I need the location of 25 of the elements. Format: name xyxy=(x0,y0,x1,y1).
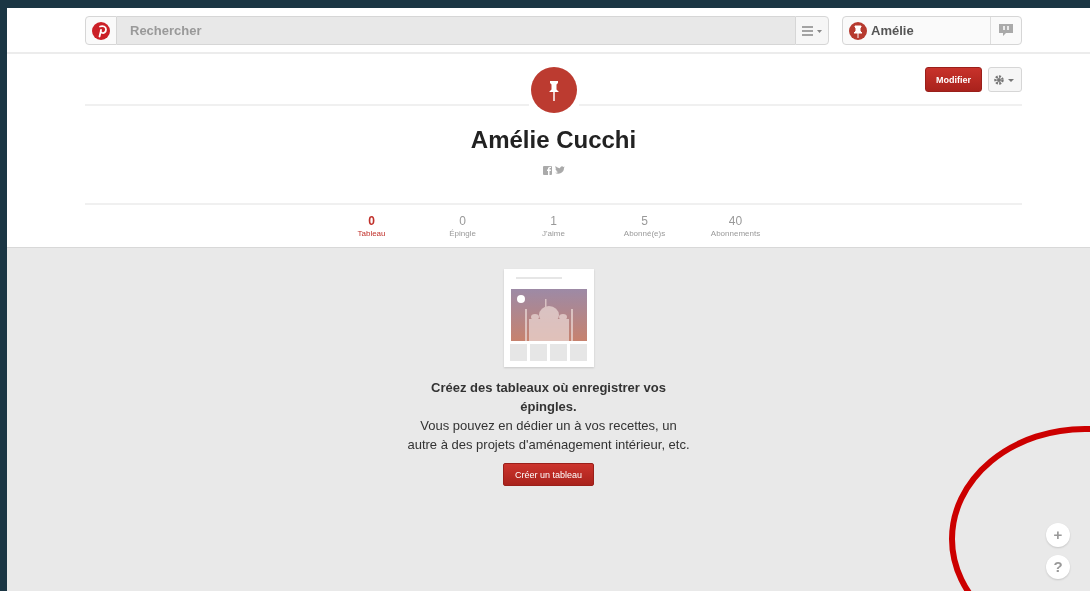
speech-bubble-icon xyxy=(999,24,1013,37)
create-board-button[interactable]: Créer un tableau xyxy=(502,463,594,486)
search-field[interactable]: Rechercher xyxy=(117,16,795,45)
edit-button[interactable]: Modifier xyxy=(925,67,982,92)
help-button[interactable]: ? xyxy=(1046,555,1070,579)
gear-icon xyxy=(993,73,1017,86)
stat-tab[interactable]: 0 Épingle xyxy=(417,214,508,239)
menu-icon xyxy=(801,24,823,37)
menu-button[interactable] xyxy=(795,16,829,45)
add-button[interactable]: + xyxy=(1046,523,1070,547)
stat-tab[interactable]: 0 Tableau xyxy=(326,214,417,239)
empty-state-text: Vous pouvez en dédier un à vos recettes, un autre à des projets d'aménagement intérieur, etc. xyxy=(406,417,691,454)
user-menu[interactable]: Amélie xyxy=(842,16,1022,45)
stat-tab[interactable]: 1 J'aime xyxy=(508,214,599,239)
empty-state-title: Créez des tableaux où enregistrer vos épingles. xyxy=(430,379,667,416)
settings-button[interactable] xyxy=(988,67,1022,92)
stat-tab[interactable]: 5 Abonné(e)s xyxy=(599,214,690,239)
bird-icon[interactable] xyxy=(554,166,565,175)
facebook-icon[interactable] xyxy=(542,166,552,175)
avatar-pin-icon xyxy=(530,67,577,113)
user-name: Amélie xyxy=(871,23,915,38)
stat-tab[interactable]: 40 Abonnements xyxy=(690,214,781,239)
pin-icon xyxy=(849,21,867,40)
profile-name: Amélie Cucchi xyxy=(469,126,638,154)
logo-icon[interactable] xyxy=(85,16,117,45)
